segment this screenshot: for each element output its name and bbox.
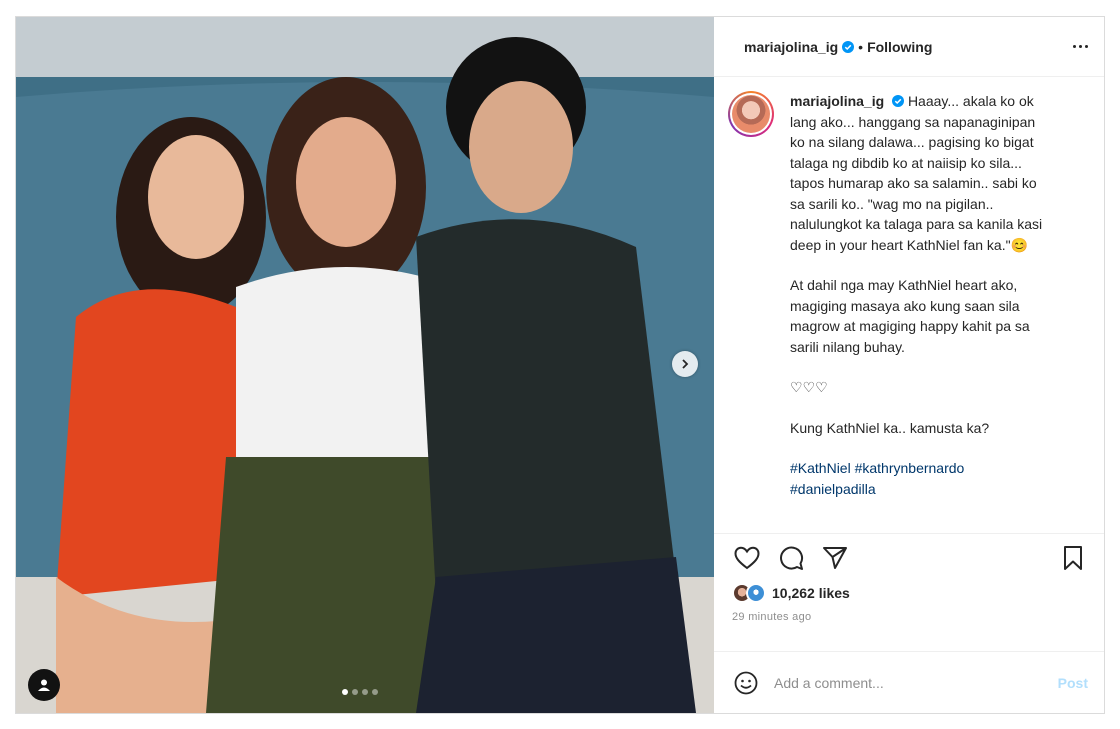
comment-button[interactable]	[776, 543, 806, 573]
caption-hearts: ♡♡♡	[790, 379, 828, 395]
carousel-dot	[342, 689, 348, 695]
comment-icon	[780, 546, 804, 570]
emoji-button[interactable]	[732, 669, 760, 697]
hashtag-link[interactable]: #danielpadilla	[790, 481, 876, 497]
comment-input[interactable]	[774, 674, 1058, 691]
verified-badge-icon	[892, 95, 905, 107]
user-tags-button[interactable]	[28, 669, 60, 701]
hashtag-link[interactable]: #kathrynbernardo	[855, 460, 965, 476]
likes-summary: 10,262 likes	[714, 581, 1104, 605]
photo-scene	[16, 17, 714, 713]
author-avatar[interactable]	[728, 91, 774, 137]
header-separator: •	[858, 38, 864, 55]
following-button[interactable]: Following	[867, 39, 932, 55]
save-button[interactable]	[1058, 543, 1088, 573]
caption-paragraph-2: At dahil nga may KathNiel heart ako, mag…	[790, 277, 1030, 355]
carousel-dot	[372, 689, 378, 695]
likes-count[interactable]: 10,262 likes	[772, 585, 850, 601]
emoji-icon	[734, 671, 758, 694]
carousel-dot	[362, 689, 368, 695]
post-timestamp[interactable]: 29 minutes ago	[714, 605, 1104, 631]
share-icon	[823, 546, 847, 569]
post-actions	[714, 533, 1104, 581]
carousel-next-button[interactable]	[672, 351, 698, 377]
verified-badge-icon	[842, 40, 855, 53]
carousel-dot	[352, 689, 358, 695]
caption-username[interactable]: mariajolina_ig	[790, 93, 884, 109]
caption-area: mariajolina_ig Haaay... akala ko ok lang…	[714, 77, 1104, 531]
post-caption: mariajolina_ig Haaay... akala ko ok lang…	[790, 91, 1050, 531]
post-header: mariajolina_ig • Following	[714, 17, 1104, 77]
like-button[interactable]	[732, 543, 762, 573]
chevron-right-icon	[682, 359, 689, 369]
caption-emoji: 😊	[1010, 236, 1028, 253]
avatar	[746, 583, 766, 603]
caption-paragraph-1: Haaay... akala ko ok lang ako... hanggan…	[790, 93, 1043, 253]
post-photo[interactable]	[16, 17, 714, 713]
share-button[interactable]	[820, 543, 850, 573]
bookmark-icon	[1064, 545, 1082, 570]
post-author-username[interactable]: mariajolina_ig	[744, 39, 838, 55]
carousel-indicator	[342, 689, 378, 695]
user-tag-icon	[38, 679, 50, 691]
more-options-icon[interactable]	[1073, 45, 1088, 48]
post-modal: mariajolina_ig • Following mariajolina_i…	[15, 16, 1105, 714]
caption-paragraph-3: Kung KathNiel ka.. kamusta ka?	[790, 419, 990, 436]
post-sidebar: mariajolina_ig • Following mariajolina_i…	[714, 17, 1104, 713]
heart-icon	[734, 546, 760, 569]
post-comment-button[interactable]: Post	[1058, 675, 1088, 691]
liker-avatars[interactable]	[732, 583, 766, 603]
add-comment-bar: Post	[714, 651, 1104, 713]
hashtag-link[interactable]: #KathNiel	[790, 460, 851, 476]
